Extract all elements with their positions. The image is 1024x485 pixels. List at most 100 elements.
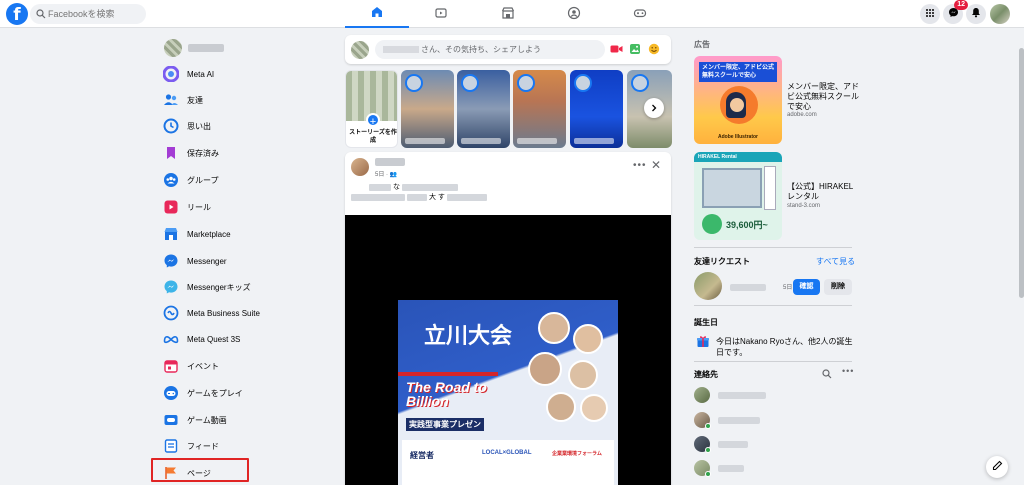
story-card[interactable] (457, 70, 510, 148)
sidebar-item-friends[interactable]: 友達 (162, 88, 332, 112)
search-icon (36, 8, 46, 22)
ad-url-adobe[interactable]: adobe.com (787, 112, 817, 118)
divider (694, 305, 852, 306)
photo-video-button[interactable] (628, 43, 642, 57)
contact-item[interactable] (694, 411, 760, 429)
poster-headline: The Road to Billion (406, 379, 487, 409)
search-contacts-icon[interactable] (822, 368, 832, 382)
sidebar-item-play-games[interactable]: ゲームをプレイ (162, 381, 332, 405)
close-icon[interactable]: ✕ (651, 158, 661, 172)
page-scrollbar[interactable] (1019, 28, 1024, 485)
feeling-button[interactable] (647, 43, 661, 57)
live-video-icon (610, 43, 623, 57)
online-indicator (705, 447, 711, 453)
post-meta: 5日 · 👥 (375, 169, 397, 178)
stories-tray: + ストーリーズを作成 (342, 70, 672, 148)
ads-heading: 広告 (694, 40, 710, 49)
events-icon (162, 357, 180, 375)
post-media[interactable]: 立川大会 The Road to Billion 実践型事業プレゼン 経営者 L… (345, 215, 671, 485)
video-tab[interactable] (409, 0, 473, 28)
delete-button[interactable]: 削除 (824, 279, 852, 295)
sidebar-item-events[interactable]: イベント (162, 354, 332, 378)
sidebar-item-feeds[interactable]: フィード (162, 434, 332, 458)
avatar (694, 460, 711, 477)
groups-icon (567, 6, 581, 23)
post-composer: さん、その気持ち、シェアしよう (345, 35, 671, 64)
messenger-button[interactable]: 12 (943, 0, 968, 24)
poster-title: 立川大会 (424, 323, 513, 349)
sidebar-item-messenger[interactable]: Messenger (162, 249, 332, 273)
story-card[interactable] (570, 70, 623, 148)
ad-text-adobe[interactable]: メンバー限定、アドビ公式無料スクールで安心 (787, 82, 859, 112)
sidebar-item-label: Meta AI (187, 69, 215, 79)
stories-next-button[interactable] (644, 98, 664, 118)
create-story-card[interactable]: + ストーリーズを作成 (345, 70, 398, 148)
story-card[interactable] (401, 70, 454, 148)
groups-tab[interactable] (542, 0, 606, 28)
chevron-right-icon (650, 101, 658, 115)
video-icon (434, 6, 448, 23)
contact-item[interactable] (694, 386, 766, 404)
sidebar-item-label: 思い出 (187, 121, 211, 131)
post-author-redacted[interactable] (375, 158, 405, 166)
confirm-button[interactable]: 確認 (793, 279, 820, 295)
account-avatar[interactable] (990, 4, 1010, 24)
post-timestamp: 5日 · (375, 172, 390, 178)
meta-ai-icon (162, 65, 180, 83)
sidebar-item-business-suite[interactable]: Meta Business Suite (162, 301, 332, 325)
poster-speakers (518, 312, 613, 432)
sidebar-item-label: グループ (187, 175, 219, 185)
contacts-options-icon[interactable]: ••• (842, 366, 854, 376)
sidebar-item-marketplace[interactable]: Marketplace (162, 222, 332, 246)
live-video-button[interactable] (609, 43, 623, 57)
poster-subheadline: 実践型事業プレゼン (406, 418, 484, 431)
post-text-line-2: 大 す (351, 192, 487, 202)
requester-name-redacted[interactable] (730, 284, 766, 291)
profile-name-redacted (188, 44, 224, 52)
contact-item[interactable] (694, 459, 744, 477)
poster-bottom-section: 経営者 LOCAL×GLOBAL 企業業環境フォーラム (402, 440, 614, 485)
marketplace-tab[interactable] (476, 0, 540, 28)
avatar[interactable] (694, 272, 722, 300)
birthday-text[interactable]: 今日はNakano Ryoさん、他2人の誕生日です。 (716, 336, 854, 358)
menu-button[interactable] (920, 4, 940, 24)
gaming-video-icon (162, 411, 180, 429)
ad-brand: Adobe Illustrator (718, 134, 759, 140)
ad-image-caption: メンバー限定、アドビ公式 無料スクールで安心 (699, 62, 777, 82)
sidebar-item-groups[interactable]: グループ (162, 168, 332, 192)
compose-icon (992, 460, 1003, 474)
sidebar-item-meta-quest[interactable]: Meta Quest 3S (162, 327, 332, 351)
profile-shortcut[interactable] (164, 38, 224, 58)
contact-item[interactable] (694, 435, 748, 453)
birthdays-heading: 誕生日 (694, 318, 718, 327)
facebook-logo[interactable]: f (6, 3, 28, 25)
home-tab[interactable] (345, 0, 409, 28)
ad-price: 39,600円~ (726, 220, 768, 230)
sidebar-item-memories[interactable]: 思い出 (162, 114, 332, 138)
story-card[interactable] (513, 70, 566, 148)
avatar[interactable] (351, 158, 369, 176)
ad-image-hirakel[interactable]: HIRAKEL Rental 39,600円~ (694, 152, 782, 240)
sidebar-item-messenger-kids[interactable]: Messengerキッズ (162, 275, 332, 299)
sidebar-item-gaming-video[interactable]: ゲーム動画 (162, 408, 332, 432)
notification-badge: 12 (954, 0, 968, 10)
gaming-tab[interactable] (608, 0, 672, 28)
notifications-button[interactable] (966, 4, 986, 24)
ad-url-hirakel[interactable]: stand-3.com (787, 203, 820, 209)
scrollbar-thumb[interactable] (1019, 48, 1024, 298)
see-all-link[interactable]: すべて見る (816, 256, 855, 267)
sidebar-item-reels[interactable]: リール (162, 195, 332, 219)
online-indicator (705, 471, 711, 477)
ad-image-adobe[interactable]: メンバー限定、アドビ公式 無料スクールで安心 Adobe Illustrator (694, 56, 782, 144)
sidebar-item-meta-ai[interactable]: Meta AI (162, 62, 332, 86)
composer-input[interactable]: さん、その気持ち、シェアしよう (375, 40, 605, 59)
search-input[interactable] (48, 4, 144, 24)
search-box[interactable] (30, 4, 146, 24)
avatar (694, 412, 711, 429)
sidebar-item-label: ゲーム動画 (187, 415, 227, 425)
ad-text-hirakel[interactable]: 【公式】HIRAKEL レンタル (787, 182, 859, 202)
sidebar-item-saved[interactable]: 保存済み (162, 141, 332, 165)
post-options-button[interactable]: ••• (633, 160, 647, 171)
new-message-button[interactable] (986, 456, 1008, 478)
create-story-label: ストーリーズを作成 (349, 130, 397, 144)
